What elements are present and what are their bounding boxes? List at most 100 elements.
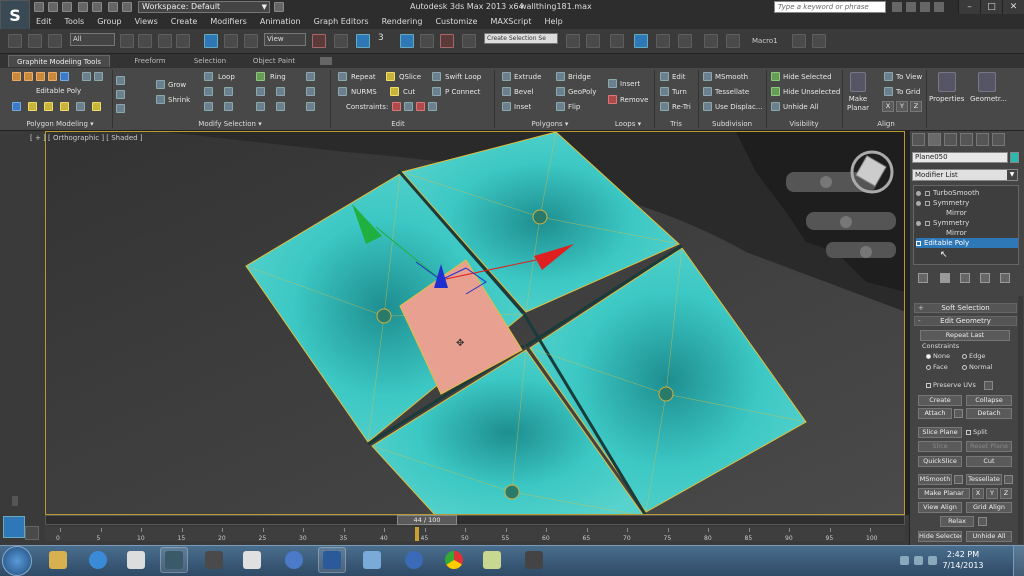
- loop-shift-icon[interactable]: [204, 87, 213, 96]
- snaps-toggle-icon[interactable]: 3: [378, 33, 384, 43]
- split-checkbox[interactable]: Split: [966, 428, 987, 436]
- flip-icon[interactable]: [556, 102, 565, 111]
- select-loop-icon[interactable]: [116, 90, 125, 99]
- save-file-icon[interactable]: [62, 2, 72, 12]
- vertex-mode-icon[interactable]: [12, 72, 21, 81]
- edge-mode-icon[interactable]: [24, 72, 33, 81]
- remove-icon[interactable]: [608, 95, 617, 104]
- grow-icon[interactable]: [156, 80, 165, 89]
- loop-icon[interactable]: [204, 72, 213, 81]
- menu-customize[interactable]: Customize: [429, 15, 484, 29]
- qslice-icon[interactable]: [386, 72, 395, 81]
- hierarchy-tab-icon[interactable]: [944, 133, 957, 146]
- menu-modifiers[interactable]: Modifiers: [204, 15, 254, 29]
- material-editor-icon[interactable]: [704, 34, 718, 48]
- relax-button[interactable]: Relax: [940, 516, 974, 527]
- mini-listener-icon[interactable]: [3, 516, 25, 538]
- select-object-icon[interactable]: [120, 34, 134, 48]
- shrink-label[interactable]: Shrink: [168, 96, 190, 104]
- reset-plane-button[interactable]: Reset Plane: [966, 441, 1012, 452]
- stack-item-mirror[interactable]: Mirror: [916, 208, 1018, 218]
- make-planar-icon[interactable]: [850, 72, 866, 92]
- keyboard-shortcut-override-icon[interactable]: [356, 34, 370, 48]
- tessellate-icon[interactable]: [703, 87, 712, 96]
- ring-mode-icon[interactable]: [256, 102, 265, 111]
- slice-button[interactable]: Slice: [918, 441, 962, 452]
- modify-tab-icon[interactable]: [928, 133, 941, 146]
- insert-icon[interactable]: [608, 79, 617, 88]
- fetch-icon[interactable]: [122, 2, 132, 12]
- tab-graphite-modeling-tools[interactable]: Graphite Modeling Tools: [8, 55, 110, 67]
- menu-rendering[interactable]: Rendering: [376, 15, 430, 29]
- preserve-uvs-checkbox[interactable]: Preserve UVs: [926, 381, 976, 389]
- show-end-result-icon[interactable]: [940, 273, 950, 283]
- hold-icon[interactable]: [108, 2, 118, 12]
- swift-loop-label[interactable]: Swift Loop: [445, 73, 481, 81]
- object-name-field[interactable]: Plane050: [912, 152, 1008, 163]
- angle-snap-icon[interactable]: [400, 34, 414, 48]
- taskbar-firefox[interactable]: [280, 547, 308, 573]
- mirror-icon[interactable]: [566, 34, 580, 48]
- cut-icon[interactable]: [390, 87, 399, 96]
- make-planar-label-1[interactable]: Make: [846, 95, 870, 103]
- quickslice-button[interactable]: QuickSlice: [918, 456, 962, 467]
- select-by-name-icon[interactable]: [138, 34, 152, 48]
- taskbar-notes[interactable]: [478, 547, 506, 573]
- new-file-icon[interactable]: [34, 2, 44, 12]
- bevel-icon[interactable]: [502, 87, 511, 96]
- cut-button[interactable]: Cut: [966, 456, 1012, 467]
- attach-settings-button[interactable]: [954, 409, 963, 418]
- planar-y-button[interactable]: Y: [986, 488, 998, 499]
- repeat-last-button[interactable]: Repeat Last: [920, 330, 1010, 341]
- percent-snap-icon[interactable]: [420, 34, 434, 48]
- constraint-none-radio[interactable]: None: [926, 352, 950, 360]
- scene-explorer-icon[interactable]: [610, 34, 624, 48]
- render-setup-icon[interactable]: [726, 34, 740, 48]
- nurms-label[interactable]: NURMS: [351, 88, 377, 96]
- time-slider-track[interactable]: [45, 515, 905, 525]
- flag-icon[interactable]: [928, 556, 937, 565]
- menu-edit[interactable]: Edit: [30, 15, 59, 29]
- ribbon-options-icon[interactable]: [320, 57, 332, 65]
- macro-label[interactable]: Macro1: [752, 37, 778, 45]
- app-logo-icon[interactable]: S: [0, 0, 30, 30]
- extrude-icon[interactable]: [502, 72, 511, 81]
- align-icon[interactable]: [586, 34, 600, 48]
- rectangular-selection-icon[interactable]: [158, 34, 172, 48]
- light-bulb-icon[interactable]: [916, 190, 921, 196]
- menu-group[interactable]: Group: [91, 15, 128, 29]
- tessellate-label[interactable]: Tessellate: [715, 88, 749, 96]
- taskbar-3dsmax[interactable]: [160, 547, 188, 573]
- geopoly-label[interactable]: GeoPoly: [568, 88, 596, 96]
- collapse-button[interactable]: Collapse: [966, 395, 1012, 406]
- modify-mode-icon[interactable]: [82, 72, 91, 81]
- viewport-scroll-handle[interactable]: [12, 496, 18, 506]
- tab-selection[interactable]: Selection: [184, 55, 236, 67]
- select-and-link-icon[interactable]: [8, 34, 22, 48]
- remove-modifier-icon[interactable]: [980, 273, 990, 283]
- geopoly-icon[interactable]: [556, 87, 565, 96]
- system-clock[interactable]: 2:42 PM 7/14/2013: [940, 549, 986, 571]
- stack-item-symmetry[interactable]: Symmetry: [916, 198, 1018, 208]
- use-soft-selection-icon[interactable]: [92, 102, 101, 111]
- taskbar-paint[interactable]: [122, 547, 150, 573]
- taskbar-chrome[interactable]: [440, 547, 468, 573]
- shrink-icon[interactable]: [156, 95, 165, 104]
- create-button[interactable]: Create: [918, 395, 962, 406]
- to-view-icon[interactable]: [884, 72, 893, 81]
- detach-button[interactable]: Detach: [966, 408, 1012, 419]
- grow-label[interactable]: Grow: [168, 81, 186, 89]
- hide-selected-label[interactable]: Hide Selected: [783, 73, 832, 81]
- align-z-button[interactable]: Z: [910, 101, 922, 112]
- select-and-move-icon[interactable]: [204, 34, 218, 48]
- previous-modifier-icon[interactable]: [12, 102, 21, 111]
- command-panel-scrollbar[interactable]: [1018, 296, 1023, 544]
- start-button-icon[interactable]: [2, 546, 32, 576]
- taskbar-3dsmax-2[interactable]: [200, 547, 228, 573]
- menu-graph-editors[interactable]: Graph Editors: [308, 15, 376, 29]
- expand-box-icon[interactable]: [925, 220, 930, 226]
- dot-gap-icon[interactable]: [306, 102, 315, 111]
- select-and-manipulate-icon[interactable]: [334, 34, 348, 48]
- make-unique-icon[interactable]: [960, 273, 970, 283]
- search-input[interactable]: Type a keyword or phrase: [774, 1, 886, 13]
